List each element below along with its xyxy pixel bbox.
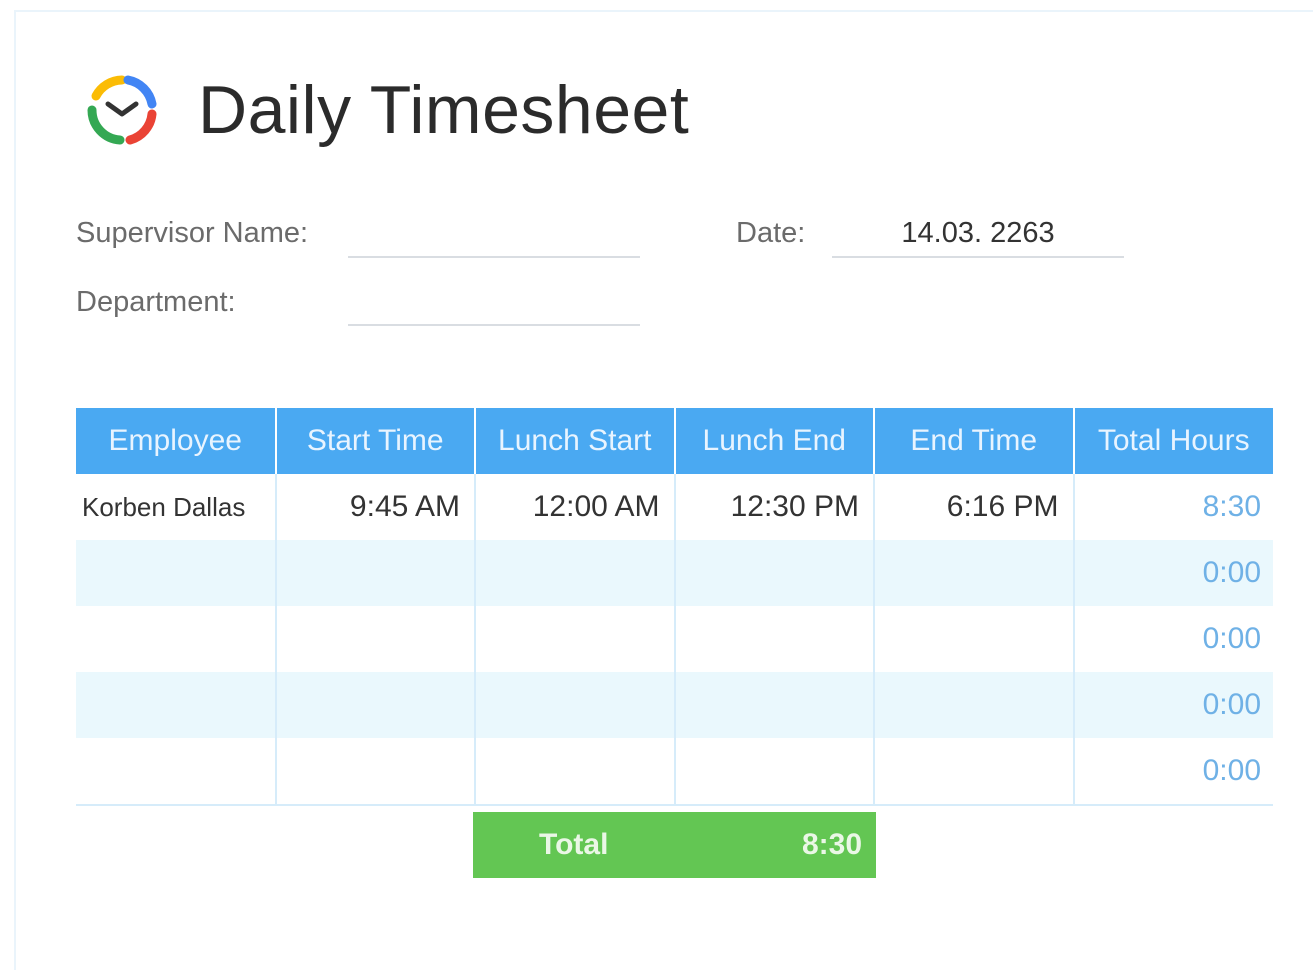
lunch-end-cell[interactable]: 12:30 PM [673,474,875,540]
column-header-employee: Employee [76,408,277,474]
table-row: 0:00 [76,540,1273,606]
total-hours-cell: 0:00 [1072,672,1273,738]
lunch-end-cell[interactable] [673,672,875,738]
lunch-end-cell[interactable] [673,738,875,806]
column-header-lunch-start: Lunch Start [474,408,676,474]
lunch-end-cell[interactable] [673,606,875,672]
lunch-start-cell[interactable] [474,540,676,606]
department-underline [348,324,640,326]
supervisor-name-label: Supervisor Name: [76,217,309,249]
lunch-start-cell[interactable] [474,672,676,738]
date-underline [832,256,1124,258]
end-time-cell[interactable] [873,738,1075,806]
column-header-end-time: End Time [873,408,1075,474]
start-time-cell[interactable] [274,672,476,738]
end-time-cell[interactable] [873,672,1075,738]
total-hours-cell: 0:00 [1072,606,1273,672]
end-time-cell[interactable] [873,540,1075,606]
column-header-total-hours: Total Hours [1072,408,1273,474]
employee-cell[interactable] [76,738,277,806]
total-hours-cell: 0:00 [1072,738,1273,806]
table-row: Korben Dallas 9:45 AM 12:00 AM 12:30 PM … [76,474,1273,540]
employee-cell[interactable]: Korben Dallas [76,474,277,540]
date-label: Date: [736,217,806,249]
lunch-start-cell[interactable]: 12:00 AM [474,474,676,540]
total-hours-cell: 0:00 [1072,540,1273,606]
total-summary-bar: Total 8:30 [473,812,876,878]
total-label: Total [539,828,609,861]
lunch-end-cell[interactable] [673,540,875,606]
start-time-cell[interactable] [274,606,476,672]
date-field[interactable]: 14.03. 2263 [832,216,1124,250]
clock-logo-icon [87,75,157,145]
end-time-cell[interactable]: 6:16 PM [873,474,1075,540]
column-header-start-time: Start Time [274,408,476,474]
timesheet-table: Employee Start Time Lunch Start Lunch En… [76,408,1273,806]
page-title: Daily Timesheet [198,72,690,148]
lunch-start-cell[interactable] [474,606,676,672]
table-row: 0:00 [76,672,1273,738]
employee-cell[interactable] [76,606,277,672]
supervisor-name-underline [348,256,640,258]
employee-cell[interactable] [76,672,277,738]
table-row: 0:00 [76,738,1273,806]
start-time-cell[interactable] [274,540,476,606]
employee-cell[interactable] [76,540,277,606]
start-time-cell[interactable] [274,738,476,806]
table-header-row: Employee Start Time Lunch Start Lunch En… [76,408,1273,474]
lunch-start-cell[interactable] [474,738,676,806]
table-row: 0:00 [76,606,1273,672]
total-value: 8:30 [801,828,862,861]
total-hours-cell: 8:30 [1072,474,1273,540]
start-time-cell[interactable]: 9:45 AM [274,474,476,540]
column-header-lunch-end: Lunch End [673,408,875,474]
end-time-cell[interactable] [873,606,1075,672]
department-label: Department: [76,286,236,318]
